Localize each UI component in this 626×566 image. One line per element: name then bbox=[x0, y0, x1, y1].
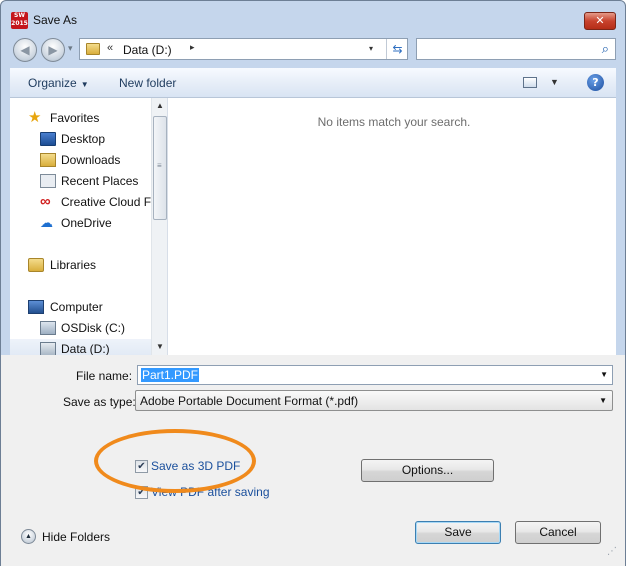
sidebar-item-downloads[interactable]: Downloads bbox=[10, 150, 151, 170]
breadcrumb-overflow[interactable]: « bbox=[107, 42, 113, 54]
sidebar-item-desktop[interactable]: Desktop bbox=[10, 129, 151, 149]
data-drive-icon bbox=[40, 342, 56, 355]
os-disk-icon bbox=[40, 321, 56, 335]
view-pdf-after-saving-option[interactable]: ✔ View PDF after saving bbox=[135, 485, 275, 501]
breadcrumb-chevron-icon[interactable]: ▸ bbox=[190, 42, 195, 53]
organize-button[interactable]: Organize ▼ bbox=[28, 76, 89, 90]
refresh-button[interactable]: ⇆ bbox=[386, 39, 408, 59]
file-name-dropdown-icon[interactable]: ▼ bbox=[600, 370, 608, 379]
new-folder-button[interactable]: New folder bbox=[119, 76, 176, 90]
sidebar-item-label: OneDrive bbox=[61, 216, 112, 230]
help-icon[interactable]: ? bbox=[587, 74, 604, 91]
view-options-dropdown-icon[interactable]: ▼ bbox=[550, 77, 559, 87]
address-bar[interactable]: « Data (D:) ▸ ▾ ⇆ bbox=[79, 38, 408, 60]
sidebar-item-libraries[interactable]: Libraries bbox=[10, 255, 151, 275]
sidebar-item-label: Data (D:) bbox=[61, 342, 110, 355]
sidebar-item-computer[interactable]: Computer bbox=[10, 297, 151, 317]
sidebar-item-recent-places[interactable]: Recent Places bbox=[10, 171, 151, 191]
refresh-icon: ⇆ bbox=[392, 42, 403, 56]
chevron-up-icon: ▲ bbox=[21, 529, 36, 544]
save-as-type-dropdown-icon: ▼ bbox=[599, 396, 607, 405]
scroll-down-icon[interactable]: ▼ bbox=[152, 339, 167, 355]
save-as-3d-pdf-option[interactable]: ✔ Save as 3D PDF bbox=[135, 459, 255, 475]
organize-dropdown-icon: ▼ bbox=[80, 80, 89, 89]
save-as-type-label: Save as type: bbox=[63, 395, 136, 409]
creative-cloud-icon: ∞ bbox=[40, 193, 51, 210]
sidebar-item-data-drive[interactable]: Data (D:) bbox=[10, 339, 151, 355]
organize-label: Organize bbox=[28, 76, 77, 90]
save-as-type-select[interactable]: Adobe Portable Document Format (*.pdf) ▼ bbox=[135, 390, 613, 411]
options-button[interactable]: Options... bbox=[361, 459, 494, 482]
title-bar: SW 2015 Save As ✕ bbox=[1, 1, 625, 33]
change-view-icon[interactable] bbox=[523, 77, 537, 88]
sidebar-item-label: Favorites bbox=[50, 111, 100, 125]
command-bar: Organize ▼ New folder ▼ ? bbox=[10, 68, 616, 98]
arrow-right-icon: ▶ bbox=[48, 43, 58, 57]
window-title: Save As bbox=[33, 13, 78, 27]
file-name-label: File name: bbox=[76, 369, 133, 383]
scrollbar-thumb[interactable]: ≡ bbox=[153, 116, 167, 220]
search-icon: ⌕ bbox=[601, 41, 609, 56]
favorites-star-icon: ★ bbox=[28, 109, 42, 126]
back-button[interactable]: ◀ bbox=[13, 38, 37, 62]
navigation-pane: ★ Favorites Desktop Downloads Recent Pla… bbox=[10, 98, 168, 355]
recent-places-icon bbox=[40, 174, 56, 188]
sidebar-item-onedrive[interactable]: ☁ OneDrive bbox=[10, 213, 151, 233]
save-as-type-value: Adobe Portable Document Format (*.pdf) bbox=[140, 394, 359, 408]
desktop-icon bbox=[40, 132, 56, 146]
forward-button[interactable]: ▶ bbox=[41, 38, 65, 62]
empty-search-message: No items match your search. bbox=[317, 115, 471, 129]
search-input[interactable]: ⌕ bbox=[416, 38, 616, 60]
hide-folders-label: Hide Folders bbox=[42, 530, 111, 544]
sidebar-item-label: Libraries bbox=[50, 258, 97, 272]
scroll-up-icon[interactable]: ▲ bbox=[152, 98, 167, 114]
file-list[interactable]: No items match your search. bbox=[168, 98, 616, 355]
sidebar-item-label: Computer bbox=[50, 300, 103, 314]
view-pdf-after-saving-label: View PDF after saving bbox=[151, 485, 270, 499]
save-button[interactable]: Save bbox=[415, 521, 501, 544]
computer-icon bbox=[28, 300, 44, 314]
breadcrumb-location[interactable]: Data (D:) bbox=[123, 43, 172, 57]
libraries-icon bbox=[28, 258, 44, 272]
close-button[interactable]: ✕ bbox=[584, 12, 616, 30]
save-form: File name: Part1.PDF ▼ Save as type: Ado… bbox=[1, 355, 625, 566]
file-name-input[interactable]: Part1.PDF ▼ bbox=[137, 365, 613, 385]
grip-icon: ≡ bbox=[157, 161, 162, 170]
resize-grip-icon[interactable]: ⋰ bbox=[607, 547, 617, 557]
sidebar-item-creative-cloud[interactable]: ∞ Creative Cloud Fi bbox=[10, 192, 154, 212]
navigation-scrollbar[interactable]: ▲ ≡ ▼ bbox=[151, 98, 167, 355]
sidebar-item-label: Creative Cloud Fi bbox=[61, 195, 154, 209]
sidebar-item-osdisk[interactable]: OSDisk (C:) bbox=[10, 318, 151, 338]
save-as-3d-pdf-checkbox[interactable]: ✔ bbox=[135, 460, 148, 473]
sidebar-item-favorites[interactable]: ★ Favorites bbox=[10, 108, 151, 128]
file-name-value: Part1.PDF bbox=[141, 368, 200, 382]
cancel-button[interactable]: Cancel bbox=[515, 521, 601, 544]
recent-locations-dropdown[interactable]: ▾ bbox=[68, 43, 73, 54]
sidebar-item-label: Downloads bbox=[61, 153, 121, 167]
sidebar-item-label: Recent Places bbox=[61, 174, 139, 188]
arrow-left-icon: ◀ bbox=[20, 43, 30, 57]
app-icon: SW 2015 bbox=[11, 12, 28, 29]
save-as-3d-pdf-label: Save as 3D PDF bbox=[151, 459, 241, 473]
address-dropdown-icon[interactable]: ▾ bbox=[369, 44, 373, 53]
save-as-dialog: SW 2015 Save As ✕ ◀ ▶ ▾ « Data (D:) ▸ ▾ … bbox=[0, 0, 626, 566]
folder-icon bbox=[86, 43, 100, 55]
sidebar-item-label: OSDisk (C:) bbox=[61, 321, 125, 335]
onedrive-icon: ☁ bbox=[40, 215, 53, 230]
downloads-icon bbox=[40, 153, 56, 167]
view-pdf-after-saving-checkbox[interactable]: ✔ bbox=[135, 486, 148, 499]
sidebar-item-label: Desktop bbox=[61, 132, 106, 146]
